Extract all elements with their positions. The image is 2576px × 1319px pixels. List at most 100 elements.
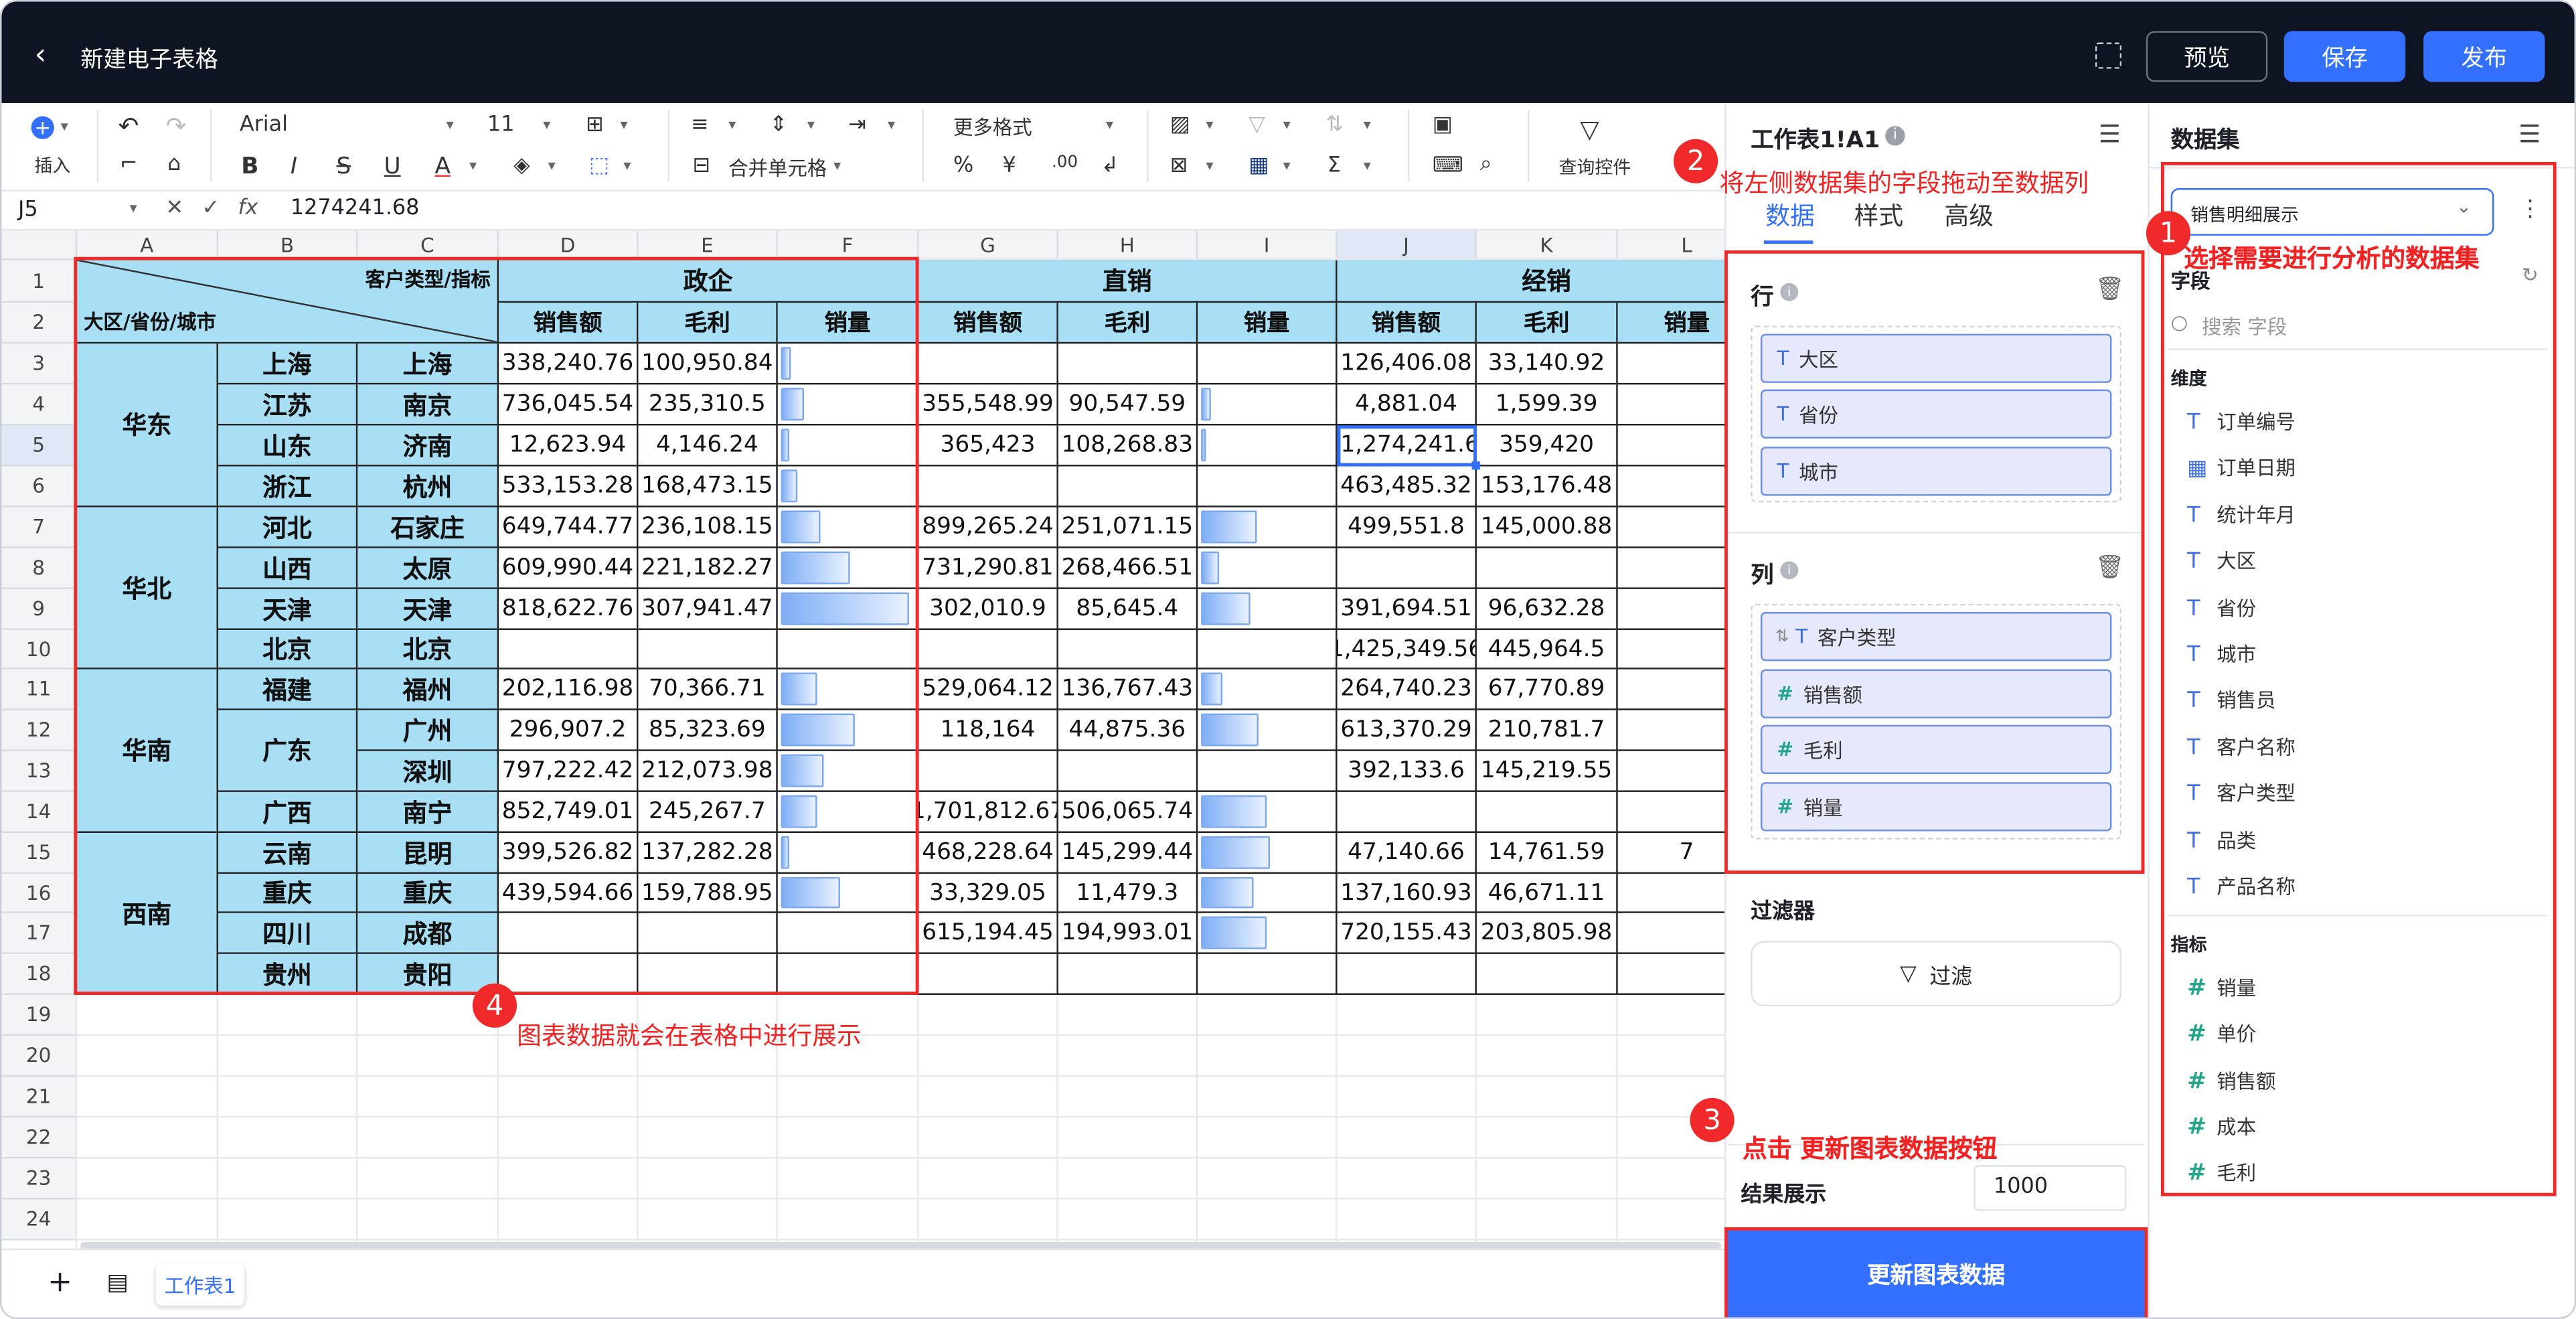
metric-header[interactable]: 销售额 [918, 303, 1058, 344]
data-cell[interactable] [1198, 791, 1338, 833]
decimal-decrease-icon[interactable]: ↲ [1101, 154, 1119, 179]
group-header[interactable]: 经销 [1337, 260, 1725, 303]
data-cell[interactable] [1198, 507, 1338, 548]
confirm-icon[interactable]: ✓ [202, 196, 220, 221]
row-header[interactable]: 12 [1, 710, 78, 751]
data-cell[interactable] [1198, 548, 1338, 589]
data-cell[interactable]: 203,805.98 [1476, 913, 1618, 954]
search-icon[interactable]: ⌕ [1480, 152, 1492, 177]
data-cell[interactable]: 194,993.01 [1058, 913, 1198, 954]
data-cell[interactable] [918, 343, 1058, 385]
data-cell[interactable] [1198, 913, 1338, 954]
sum-icon[interactable]: Σ [1327, 154, 1341, 179]
metric-header[interactable]: 毛利 [1058, 303, 1198, 344]
row-header[interactable]: 15 [1, 832, 78, 874]
data-cell[interactable] [1617, 710, 1725, 751]
currency-icon[interactable]: ¥ [1003, 154, 1016, 179]
vertical-align-icon[interactable]: ⇕ [770, 113, 788, 138]
metric-header[interactable]: 销量 [1198, 303, 1338, 344]
row-header[interactable]: 6 [1, 466, 78, 508]
horizontal-scrollbar[interactable] [80, 1241, 1722, 1249]
query-widget-label[interactable]: 查询控件 [1558, 154, 1631, 180]
data-cell[interactable]: 145,299.44 [1058, 832, 1198, 874]
underline-icon[interactable]: U [384, 154, 401, 180]
data-cell[interactable] [918, 751, 1058, 792]
dimension-field[interactable]: T 省份 [2187, 593, 2256, 621]
sort-icon[interactable]: ⇅ [1325, 113, 1344, 138]
merge-cells-button[interactable]: 合并单元格 [728, 154, 827, 182]
data-cell[interactable] [1198, 343, 1338, 385]
group-header[interactable]: 直销 [918, 260, 1338, 303]
row-header[interactable]: 2 [1, 303, 78, 344]
data-cell[interactable]: 96,632.28 [1476, 589, 1618, 630]
data-cell[interactable] [1198, 629, 1338, 670]
data-cell[interactable]: 391,694.51 [1337, 589, 1477, 630]
freeze-icon[interactable]: ⊠ [1170, 154, 1188, 179]
data-cell[interactable] [1617, 425, 1725, 467]
data-cell[interactable]: 615,194.45 [918, 913, 1058, 954]
preview-button[interactable]: 预览 [2146, 31, 2268, 82]
fill-color-icon[interactable]: ◈ [513, 154, 530, 179]
data-cell[interactable]: 731,290.81 [918, 548, 1058, 589]
data-cell[interactable]: 720,155.43 [1337, 913, 1477, 954]
sheet-list-icon[interactable]: ▤ [106, 1270, 128, 1296]
data-cell[interactable]: 67,770.89 [1476, 669, 1618, 710]
dimension-field[interactable]: T 订单编号 [2187, 408, 2296, 435]
data-cell[interactable] [1198, 710, 1338, 751]
dimension-field[interactable]: T 产品名称 [2187, 872, 2296, 901]
decimal-increase-icon[interactable]: .00 [1052, 154, 1078, 172]
row-header[interactable]: 4 [1, 384, 78, 426]
insert-label[interactable]: 插入 [34, 152, 70, 178]
data-cell[interactable]: 1,599.39 [1476, 384, 1618, 426]
data-cell[interactable]: 355,548.99 [918, 384, 1058, 426]
data-cell[interactable] [918, 466, 1058, 508]
column-header[interactable]: C [357, 230, 499, 260]
data-cell[interactable]: 506,065.74 [1058, 791, 1198, 833]
row-header[interactable]: 22 [1, 1117, 78, 1159]
row-header[interactable]: 10 [1, 629, 78, 670]
dimension-field[interactable]: T 客户类型 [2187, 779, 2296, 807]
column-header[interactable]: K [1476, 230, 1618, 260]
data-cell[interactable] [1617, 343, 1725, 385]
dimension-field[interactable]: T 销售员 [2187, 686, 2275, 714]
text-wrap-icon[interactable]: ⇥ [848, 113, 866, 138]
data-cell[interactable]: 46,671.11 [1476, 874, 1618, 913]
data-cell[interactable]: 145,219.55 [1476, 751, 1618, 792]
data-cell[interactable]: 33,329.05 [918, 874, 1058, 913]
strikethrough-icon[interactable]: S [336, 154, 351, 180]
add-sheet-icon[interactable]: + [48, 1265, 72, 1299]
column-header[interactable]: L [1617, 230, 1725, 260]
column-header[interactable]: A [77, 230, 218, 260]
data-cell[interactable]: 85,645.4 [1058, 589, 1198, 630]
row-header[interactable]: 24 [1, 1199, 78, 1241]
data-cell[interactable] [1198, 669, 1338, 710]
data-cell[interactable] [1617, 630, 1725, 670]
data-cell[interactable]: 7 [1617, 833, 1725, 874]
data-cell[interactable] [1617, 384, 1725, 426]
result-count-input[interactable]: 1000 [1974, 1165, 2127, 1211]
dimension-field[interactable]: T 统计年月 [2187, 500, 2296, 528]
data-cell[interactable] [1337, 791, 1477, 833]
bold-icon[interactable]: B [241, 154, 258, 180]
data-cell[interactable]: 529,064.12 [918, 669, 1058, 710]
fill-handle[interactable] [1471, 461, 1480, 470]
conditional-format-icon[interactable]: ▨ [1170, 113, 1190, 138]
border-icon[interactable]: ⊞ [586, 113, 604, 138]
merge-cells-icon[interactable]: ⊟ [692, 154, 710, 179]
data-cell[interactable]: 33,140.92 [1476, 343, 1618, 385]
row-header[interactable]: 21 [1, 1077, 78, 1118]
align-icon[interactable]: ≡ [691, 113, 709, 138]
data-cell[interactable] [1058, 751, 1198, 792]
data-cell[interactable] [1198, 466, 1338, 508]
row-header[interactable]: 8 [1, 548, 78, 589]
clear-format-icon[interactable]: ⌂ [167, 152, 181, 177]
column-header[interactable]: G [918, 230, 1058, 260]
data-cell[interactable]: 264,740.23 [1337, 669, 1477, 710]
data-cell[interactable]: 108,268.83 [1058, 425, 1198, 467]
data-cell[interactable]: 302,010.9 [918, 589, 1058, 630]
data-cell[interactable]: 44,875.36 [1058, 710, 1198, 751]
data-cell[interactable]: 613,370.29 [1337, 710, 1477, 751]
data-cell[interactable]: 1,425,349.56 [1337, 629, 1477, 670]
column-header[interactable]: I [1198, 230, 1338, 260]
font-size-select[interactable]: 11 [487, 113, 515, 138]
